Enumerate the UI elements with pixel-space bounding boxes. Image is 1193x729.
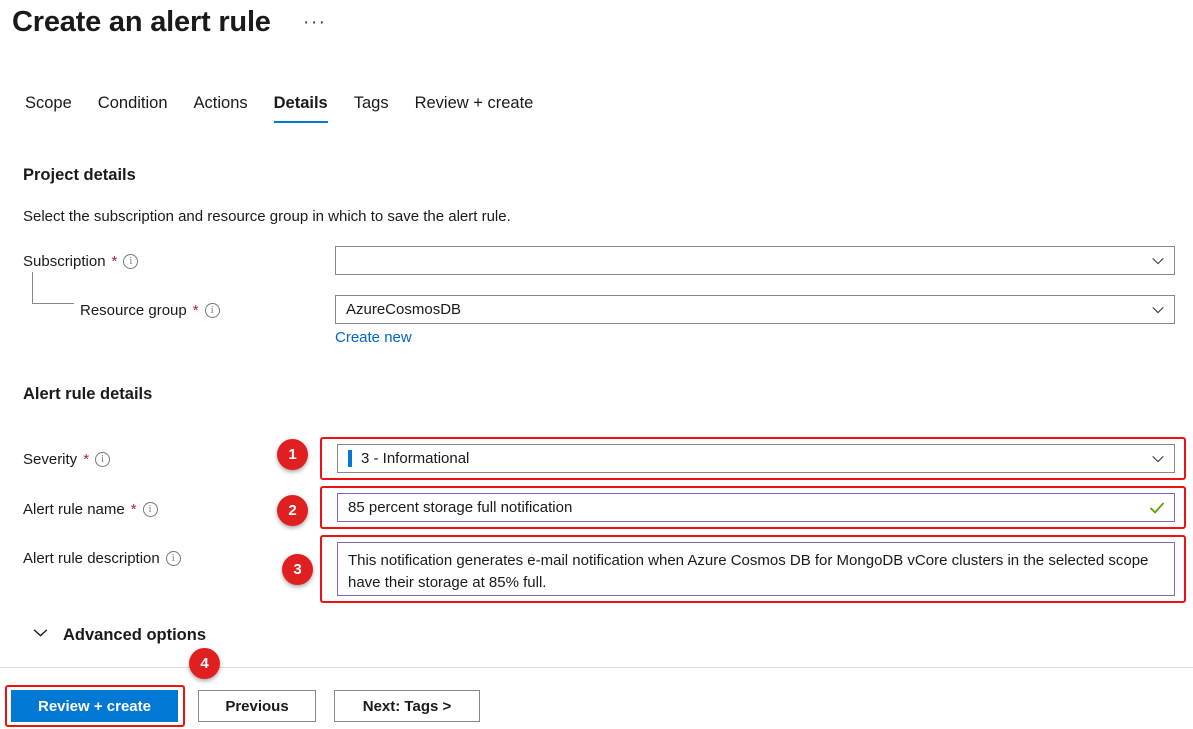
alert-rule-description-textarea[interactable]: This notification generates e-mail notif… (337, 542, 1175, 596)
resource-group-label: Resource group * i (80, 302, 220, 319)
resource-group-value: AzureCosmosDB (346, 301, 1150, 318)
tab-details[interactable]: Details (261, 94, 341, 123)
info-icon[interactable]: i (95, 452, 110, 467)
annotation-badge-2: 2 (277, 495, 308, 526)
info-icon[interactable]: i (205, 303, 220, 318)
info-icon[interactable]: i (123, 254, 138, 269)
subscription-label-text: Subscription (23, 253, 106, 270)
tab-review-create[interactable]: Review + create (402, 94, 547, 123)
tab-scope[interactable]: Scope (12, 94, 85, 123)
annotation-badge-1: 1 (277, 439, 308, 470)
severity-dropdown[interactable]: 3 - Informational (337, 444, 1175, 473)
alert-rule-description-label: Alert rule description i (23, 550, 181, 567)
page-title: Create an alert rule (12, 6, 271, 39)
tab-tags[interactable]: Tags (341, 94, 402, 123)
info-icon[interactable]: i (166, 551, 181, 566)
alert-rule-name-value: 85 percent storage full notification (348, 499, 1148, 516)
project-details-description: Select the subscription and resource gro… (23, 208, 511, 225)
severity-indicator-bar (348, 450, 352, 467)
tab-actions[interactable]: Actions (181, 94, 261, 123)
annotation-badge-3: 3 (282, 554, 313, 585)
tab-condition[interactable]: Condition (85, 94, 181, 123)
advanced-options-label: Advanced options (63, 626, 206, 645)
annotation-badge-4: 4 (189, 648, 220, 679)
resource-group-label-text: Resource group (80, 302, 187, 319)
chevron-down-icon (32, 624, 49, 646)
info-icon[interactable]: i (143, 502, 158, 517)
alert-rule-name-label-text: Alert rule name (23, 501, 125, 518)
more-options-icon[interactable]: ··· (303, 18, 326, 28)
wizard-tabs: Scope Condition Actions Details Tags Rev… (12, 94, 546, 123)
project-details-heading: Project details (23, 166, 136, 185)
subscription-dropdown[interactable] (335, 246, 1175, 275)
next-tags-button[interactable]: Next: Tags > (334, 690, 480, 722)
alert-rule-name-input[interactable]: 85 percent storage full notification (337, 493, 1175, 522)
advanced-options-toggle[interactable]: Advanced options (32, 624, 206, 646)
severity-label: Severity * i (23, 451, 110, 468)
subscription-label: Subscription * i (23, 253, 138, 270)
required-asterisk: * (131, 502, 137, 517)
tree-connector (32, 272, 74, 304)
create-alert-rule-page: Create an alert rule ··· Scope Condition… (0, 0, 1193, 729)
severity-label-text: Severity (23, 451, 77, 468)
required-asterisk: * (112, 254, 118, 269)
review-create-button[interactable]: Review + create (11, 690, 178, 722)
chevron-down-icon (1150, 302, 1166, 318)
alert-rule-name-label: Alert rule name * i (23, 501, 158, 518)
footer-divider (0, 667, 1193, 668)
alert-rule-details-heading: Alert rule details (23, 385, 152, 404)
previous-button[interactable]: Previous (198, 690, 316, 722)
chevron-down-icon (1150, 451, 1166, 467)
severity-value: 3 - Informational (361, 450, 1150, 467)
required-asterisk: * (83, 452, 89, 467)
chevron-down-icon (1150, 253, 1166, 269)
required-asterisk: * (193, 303, 199, 318)
resource-group-dropdown[interactable]: AzureCosmosDB (335, 295, 1175, 324)
alert-rule-description-label-text: Alert rule description (23, 550, 160, 567)
create-new-resource-group-link[interactable]: Create new (335, 329, 412, 346)
validation-check-icon (1148, 499, 1166, 517)
